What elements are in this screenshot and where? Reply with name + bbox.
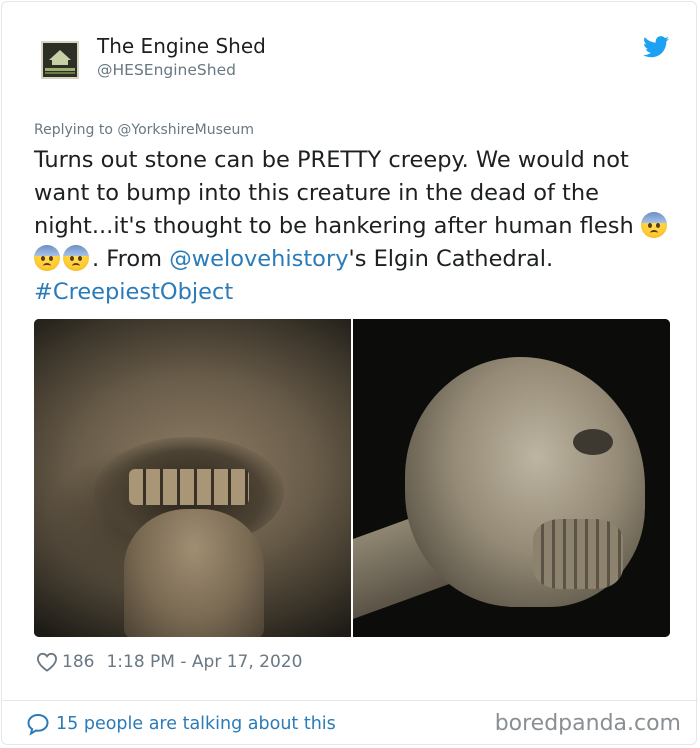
talking-count: 15 people are talking about this [56, 714, 336, 734]
author-name[interactable]: The Engine Shed [97, 34, 266, 58]
stone-mouth-photo[interactable] [34, 319, 351, 637]
stone-head-photo[interactable] [353, 319, 670, 637]
tweet-card: The Engine Shed @HESEngineShed Replying … [1, 1, 698, 745]
anxious-face-icon [640, 212, 667, 238]
author-handle[interactable]: @HESEngineShed [97, 61, 236, 79]
anxious-face-icon [34, 245, 60, 271]
heart-icon[interactable] [36, 652, 58, 672]
tweet-text: Turns out stone can be PRETTY creepy. We… [34, 144, 674, 309]
twitter-bird-icon[interactable] [643, 36, 669, 58]
tweet-meta: 186 1:18 PM - Apr 17, 2020 [36, 651, 302, 673]
timestamp[interactable]: 1:18 PM - Apr 17, 2020 [106, 652, 302, 672]
mention-link[interactable]: @welovehistory [169, 246, 348, 272]
like-count[interactable]: 186 [62, 652, 94, 672]
tweet-text-part: Turns out stone can be PRETTY creepy. We… [34, 147, 641, 239]
conversation-link[interactable]: 15 people are talking about this [26, 712, 336, 736]
watermark: boredpanda.com [494, 711, 681, 736]
anxious-face-icon [63, 245, 89, 271]
tweet-text-part: . From [92, 246, 170, 272]
hashtag-link[interactable]: #CreepiestObject [34, 279, 233, 305]
avatar[interactable] [41, 41, 79, 79]
tweet-text-part: 's Elgin Cathedral. [348, 246, 554, 272]
speech-bubble-icon [27, 713, 49, 736]
divider [2, 700, 698, 701]
photo-grid [34, 319, 670, 637]
replying-to[interactable]: Replying to @YorkshireMuseum [34, 122, 254, 138]
